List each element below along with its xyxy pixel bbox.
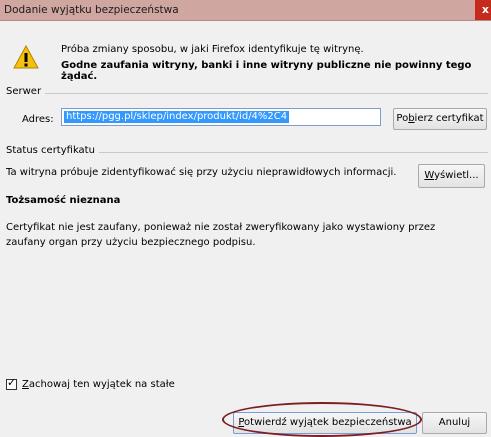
title-bar[interactable]: Dodanie wyjątku bezpieczeństwa x	[0, 0, 491, 21]
check-icon: ✓	[7, 376, 17, 389]
certificate-description: Certyfikat nie jest zaufany, ponieważ ni…	[6, 222, 436, 248]
warning-message: Próba zmiany sposobu, w jaki Firefox ide…	[61, 44, 364, 55]
view-label: yświetl...	[434, 170, 479, 181]
permanent-label-text: achowaj ten wyjątek na stałe	[28, 379, 175, 390]
view-button[interactable]: Wyświetl...	[418, 164, 485, 188]
address-input[interactable]: https://pgg.pl/sklep/index/produkt/id/4%…	[61, 108, 381, 126]
warning-emphasis: Godne zaufania witryny, banki i inne wit…	[61, 60, 472, 82]
server-legend: Serwer	[6, 86, 46, 97]
cancel-button[interactable]: Anuluj	[422, 412, 487, 434]
get-certificate-label-a: Po	[396, 113, 409, 124]
permanent-label[interactable]: Zachowaj ten wyjątek na stałe	[22, 379, 175, 390]
permanent-checkbox[interactable]: ✓	[6, 376, 17, 390]
status-legend: Status certyfikatu	[6, 145, 99, 156]
warning-icon	[13, 45, 39, 69]
get-certificate-label-b: ierz certyfikat	[414, 113, 484, 124]
address-label: Adres:	[22, 114, 54, 125]
identity-title: Tożsamość nieznana	[6, 195, 121, 206]
address-value: https://pgg.pl/sklep/index/produkt/id/4%…	[64, 111, 290, 123]
status-message: Ta witryna próbuje zidentyfikować się pr…	[6, 167, 397, 178]
confirm-exception-button[interactable]: Potwierdź wyjątek bezpieczeństwa	[233, 412, 417, 434]
window-title: Dodanie wyjątku bezpieczeństwa	[4, 4, 179, 16]
view-accel: W	[424, 170, 435, 181]
permanent-accel: Z	[22, 379, 29, 390]
close-icon[interactable]: x	[475, 0, 491, 20]
get-certificate-button[interactable]: Pobierz certyfikat	[393, 108, 487, 130]
confirm-label: otwierdź wyjątek bezpieczeństwa	[244, 417, 412, 428]
